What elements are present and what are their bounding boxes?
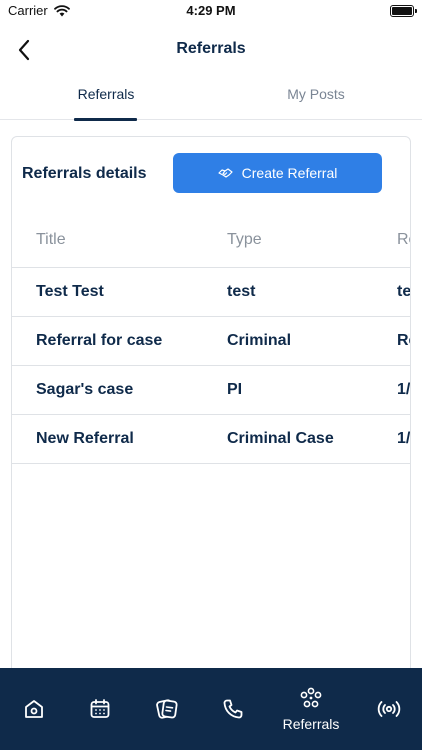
phone-icon [223,699,243,719]
bottom-tab-bar: Referrals [0,668,422,750]
battery-icon [390,5,417,17]
column-header-title: Title [36,231,66,248]
cell-third: Re [397,332,410,349]
cell-title: Referral for case [36,332,163,349]
column-header-third: Re [397,231,410,248]
create-referral-button[interactable]: Create Referral [173,153,382,193]
column-header-type: Type [227,231,262,248]
nav-bar: Referrals [0,24,422,76]
notes-icon [156,699,178,719]
status-bar: Carrier 4:29 PM [0,0,422,24]
tab-broadcast[interactable] [374,668,404,750]
tab-referrals[interactable]: Referrals [60,86,152,102]
cell-type: Criminal Case [227,430,334,447]
tab-notes[interactable] [150,668,184,750]
cell-third: 1/ [397,381,411,398]
battery-level [392,7,412,15]
tab-home[interactable] [18,668,50,750]
create-referral-label: Create Referral [241,165,338,181]
cell-third: 1/ [397,430,411,447]
table-row[interactable]: Referral for case Criminal Re [12,317,410,366]
table-row[interactable]: New Referral Criminal Case 1/ [12,415,411,464]
home-icon [25,700,43,718]
table-row[interactable]: Test Test test te [12,268,411,317]
segment-tabs: Referrals My Posts [0,76,422,121]
active-tab-indicator [74,118,137,121]
cell-type: Criminal [227,332,292,349]
tab-phone[interactable] [217,668,249,750]
tab-referrals-nav[interactable]: Referrals [274,668,348,750]
referrals-icon [300,687,322,708]
cell-type: PI [227,381,243,398]
table-row[interactable]: Sagar's case PI 1/ [12,366,411,415]
broadcast-icon [377,701,401,717]
referrals-card: Referrals details Create Referral Title … [11,136,411,696]
referrals-table: Title Type Re Test Test test te Referral… [12,213,411,464]
table-header: Title Type Re [12,213,410,268]
cell-title: New Referral [36,430,134,447]
tab-referrals-label: Referrals [282,716,340,732]
status-time: 4:29 PM [186,3,236,18]
calendar-icon [90,699,110,718]
cell-title: Sagar's case [36,381,134,398]
handshake-icon [218,168,233,178]
cell-title: Test Test [36,283,104,300]
page-title: Referrals [176,40,246,57]
tab-my-posts[interactable]: My Posts [266,86,366,102]
cell-type: test [227,283,256,300]
card-title: Referrals details [22,165,147,182]
tab-calendar[interactable] [84,668,116,750]
cell-third: te [397,283,411,300]
